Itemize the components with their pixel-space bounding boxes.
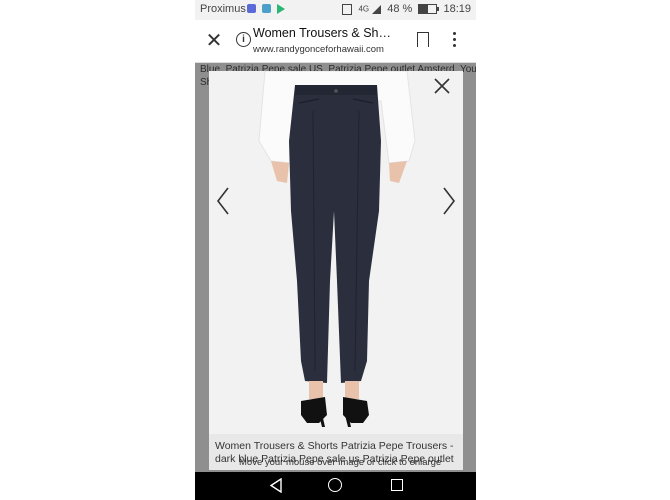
status-bar: Proximus 4G 48 % 18:19 xyxy=(195,0,476,20)
carrier-name: Proximus xyxy=(200,3,246,15)
enlarge-hint: Move your mouse over image or click to e… xyxy=(239,457,442,468)
vibrate-icon xyxy=(342,3,353,15)
clock: 18:19 xyxy=(443,3,471,16)
battery-icon xyxy=(418,4,440,15)
previous-arrow-icon[interactable] xyxy=(215,186,231,216)
lightbox-close-icon[interactable] xyxy=(433,77,451,95)
bookmark-icon[interactable] xyxy=(417,32,429,48)
info-icon[interactable]: i xyxy=(236,32,251,47)
trouser-button xyxy=(334,89,338,93)
home-circle-icon[interactable] xyxy=(328,478,342,492)
right-ankle xyxy=(345,381,359,399)
signal-icon xyxy=(372,4,382,14)
more-vert-icon[interactable] xyxy=(453,32,457,50)
product-image[interactable] xyxy=(209,71,463,470)
battery-percent: 48 % xyxy=(387,3,413,16)
close-icon[interactable]: ✕ xyxy=(203,30,225,52)
network-type: 4G xyxy=(358,4,370,14)
navigation-bar xyxy=(195,472,476,500)
page-title: Women Trousers & Shorts Patrizia Pepe Tr… xyxy=(253,26,393,40)
page-url: www.randygonceforhawaii.com xyxy=(253,44,384,55)
play-store-icon xyxy=(277,4,286,14)
app-notification-icon xyxy=(247,4,256,13)
back-triangle-icon[interactable] xyxy=(269,478,283,493)
lightbox-caption: Women Trousers & Shorts Patrizia Pepe Tr… xyxy=(209,434,463,470)
left-ankle xyxy=(309,381,323,399)
next-arrow-icon[interactable] xyxy=(441,186,457,216)
battery-level xyxy=(419,5,428,14)
recent-square-icon[interactable] xyxy=(391,479,403,491)
phone-screen: Proximus 4G 48 % 18:19 ✕ i Women Trouser… xyxy=(195,0,476,500)
image-lightbox: Women Trousers & Shorts Patrizia Pepe Tr… xyxy=(209,71,463,470)
browser-toolbar: ✕ i Women Trousers & Shorts Patrizia Pep… xyxy=(195,20,476,63)
app-notification-icon xyxy=(262,4,272,13)
notification-icons xyxy=(247,4,288,16)
status-right-group: 4G 48 % 18:19 xyxy=(342,3,471,15)
